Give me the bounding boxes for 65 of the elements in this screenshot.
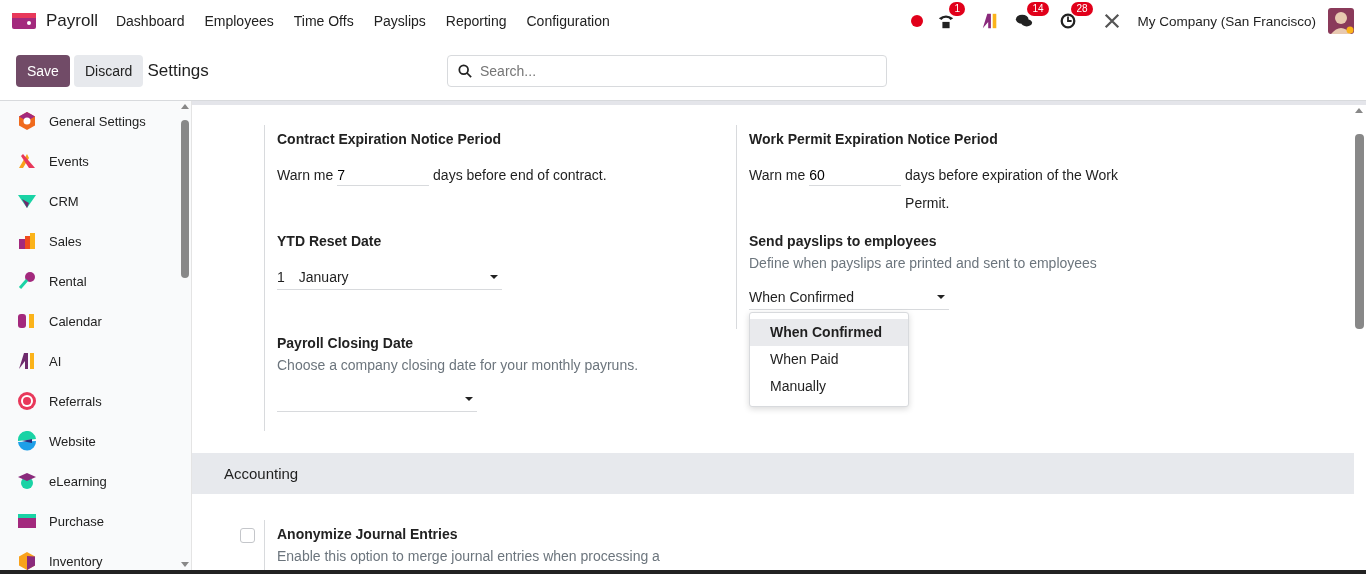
dropdown-option[interactable]: Manually xyxy=(750,373,908,400)
sidebar-item[interactable]: Calendar xyxy=(0,301,179,341)
notification-badge: 1 xyxy=(949,2,965,16)
sidebar-item[interactable]: AI xyxy=(0,341,179,381)
dropdown-option[interactable]: When Paid xyxy=(750,346,908,373)
setting-description: Choose a company closing date for your monthly payruns. xyxy=(277,356,640,375)
menu-item[interactable]: Employees xyxy=(204,13,274,29)
dropdown-option[interactable]: When Confirmed xyxy=(750,319,908,346)
app-logo-icon[interactable] xyxy=(12,13,36,29)
setting-title: Send payslips to employees xyxy=(749,232,938,251)
app-icon xyxy=(17,551,37,570)
menu-item[interactable]: Payslips xyxy=(373,13,426,29)
app-icon xyxy=(17,431,37,451)
notification-badge: 14 xyxy=(1027,2,1049,16)
app-name[interactable]: Payroll xyxy=(46,11,98,31)
sidebar-item[interactable]: Sales xyxy=(0,221,179,261)
caret-icon xyxy=(937,295,945,299)
notification-badge: 28 xyxy=(1071,2,1093,16)
setting-title: Contract Expiration Notice Period xyxy=(277,130,503,149)
sidebar-item[interactable]: Rental xyxy=(0,261,179,301)
app-icon xyxy=(17,111,37,131)
setting-description: Define when payslips are printed and sent to employees xyxy=(749,254,1098,273)
caret-icon xyxy=(490,275,498,279)
setting-title: YTD Reset Date xyxy=(277,232,383,251)
date-select[interactable]: 1 January xyxy=(277,265,502,290)
menu-item[interactable]: Configuration xyxy=(526,13,610,29)
setting-text: days before expiration of the Work Permit. xyxy=(905,166,1120,213)
sidebar-item[interactable]: Events xyxy=(0,141,179,181)
company-switcher[interactable]: My Company (San Francisco) xyxy=(1137,13,1316,29)
clock-icon[interactable] xyxy=(1059,12,1078,30)
app-icon xyxy=(17,351,37,371)
section-header: Accounting xyxy=(192,453,1354,494)
menu-item[interactable]: Dashboard xyxy=(115,13,185,29)
search-field[interactable]: Search... xyxy=(447,55,887,87)
select-field[interactable]: When Confirmed xyxy=(749,285,949,310)
discard-button[interactable]: Discard xyxy=(73,55,144,87)
sidebar-item[interactable]: CRM xyxy=(0,181,179,221)
sidebar-item[interactable]: Purchase xyxy=(0,501,179,541)
setting-title: Anonymize Journal Entries xyxy=(277,525,459,544)
menu-item[interactable]: Reporting xyxy=(445,13,507,29)
user-avatar[interactable] xyxy=(1328,8,1354,34)
setting-text: Warn me xyxy=(277,167,334,183)
app-icon xyxy=(17,311,37,331)
app-icon xyxy=(17,391,37,411)
checkbox[interactable] xyxy=(240,528,255,543)
setting-title: Payroll Closing Date xyxy=(277,334,415,353)
caret-icon xyxy=(465,397,473,401)
setting-text: Warn me xyxy=(749,167,806,183)
setting-text: days before end of contract. xyxy=(433,166,607,185)
menu-item[interactable]: Time Offs xyxy=(293,13,354,29)
search-icon xyxy=(458,64,472,78)
app-icon xyxy=(17,511,37,531)
sidebar-item[interactable]: eLearning xyxy=(0,461,179,501)
sidebar-item[interactable]: Website xyxy=(0,421,179,461)
page-title: Settings xyxy=(147,61,209,81)
setting-description: Enable this option to merge journal entries when processing a xyxy=(277,547,661,566)
status-dot-icon[interactable] xyxy=(911,15,924,27)
app-icon xyxy=(17,231,37,251)
app-icon xyxy=(17,271,37,291)
sidebar-item[interactable]: Referrals xyxy=(0,381,179,421)
setting-title: Work Permit Expiration Notice Period xyxy=(749,130,999,149)
sidebar-item[interactable]: General Settings xyxy=(0,101,179,141)
app-icon xyxy=(17,471,37,491)
sidebar-item[interactable]: Inventory xyxy=(0,541,179,570)
save-button[interactable]: Save xyxy=(16,55,70,87)
